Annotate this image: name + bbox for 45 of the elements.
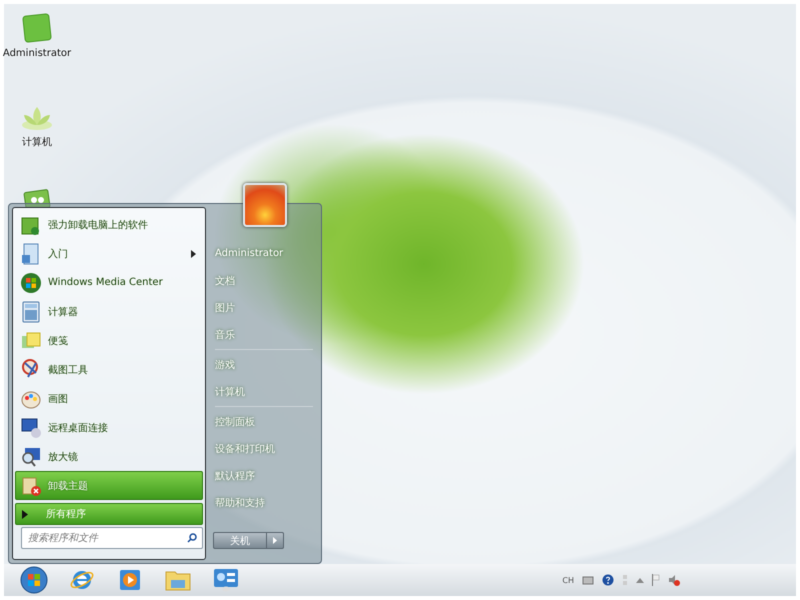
menu-link[interactable]: 控制面板 bbox=[213, 408, 315, 435]
program-item[interactable]: 计算器 bbox=[15, 297, 203, 326]
menu-link[interactable]: 文档 bbox=[213, 267, 315, 294]
triangle-icon bbox=[22, 510, 28, 518]
control-panel-icon[interactable] bbox=[213, 568, 239, 592]
desktop-icon-label[interactable]: Administrator bbox=[2, 48, 72, 59]
windows-logo-icon bbox=[20, 272, 42, 294]
keyboard-icon[interactable] bbox=[582, 575, 594, 585]
shutdown-options-button[interactable] bbox=[267, 532, 284, 549]
program-item[interactable]: 画图 bbox=[15, 384, 203, 413]
magnifier-icon bbox=[20, 446, 42, 468]
all-programs-button[interactable]: 所有程序 bbox=[15, 503, 203, 525]
menu-link[interactable]: 音乐 bbox=[213, 321, 315, 348]
play-icon[interactable] bbox=[118, 568, 142, 592]
menu-link[interactable]: 默认程序 bbox=[213, 462, 315, 489]
tile-icon[interactable] bbox=[21, 12, 53, 44]
flag-icon[interactable] bbox=[652, 574, 660, 586]
help-icon[interactable] bbox=[602, 574, 614, 586]
submenu-arrow-icon bbox=[191, 250, 196, 258]
program-item[interactable]: 远程桌面连接 bbox=[15, 413, 203, 442]
speaker-muted-icon[interactable] bbox=[668, 574, 680, 586]
menu-link[interactable]: 图片 bbox=[213, 294, 315, 321]
program-item[interactable]: Windows Media Center bbox=[15, 268, 203, 297]
menu-link[interactable]: 游戏 bbox=[213, 351, 315, 378]
program-item[interactable]: 便笺 bbox=[15, 326, 203, 355]
menu-link[interactable]: 计算机 bbox=[213, 378, 315, 405]
program-item[interactable]: 截图工具 bbox=[15, 355, 203, 384]
menu-link[interactable]: 设备和打印机 bbox=[213, 435, 315, 462]
user-name-link[interactable]: Administrator bbox=[213, 240, 315, 267]
program-item[interactable]: 入门 bbox=[15, 239, 203, 268]
search-field[interactable]: 搜索程序和文件 bbox=[21, 527, 203, 549]
package-remove-icon bbox=[20, 474, 42, 496]
triangle-icon bbox=[273, 537, 277, 544]
menu-link[interactable]: 帮助和支持 bbox=[213, 489, 315, 516]
calculator-icon bbox=[20, 300, 42, 322]
desktop-icon-label[interactable]: 计算机 bbox=[22, 135, 52, 149]
monitor-icon bbox=[20, 416, 42, 438]
program-item[interactable]: 卸载主题 bbox=[15, 471, 203, 500]
user-picture[interactable] bbox=[243, 183, 287, 227]
start-orb-icon[interactable] bbox=[20, 566, 48, 594]
program-item[interactable]: 放大镜 bbox=[15, 442, 203, 471]
shutdown-button[interactable]: 关机 bbox=[213, 532, 267, 549]
program-item[interactable]: 强力卸载电脑上的软件 bbox=[15, 210, 203, 239]
caret-up-icon[interactable] bbox=[636, 578, 644, 582]
language-indicator[interactable]: CH bbox=[562, 576, 574, 584]
